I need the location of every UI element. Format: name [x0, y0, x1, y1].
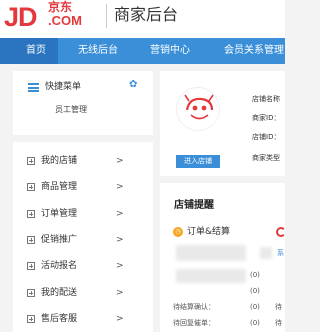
side-count-1: (0)	[250, 271, 260, 279]
gear-icon[interactable]: ✿	[129, 79, 137, 91]
pending-settlement-label[interactable]: 待结算确认：	[173, 303, 215, 312]
expand-icon	[27, 289, 35, 297]
chevron-right-icon: >	[116, 314, 124, 324]
jd-logo-cn: 京东	[48, 0, 73, 14]
sidebar-item-orders[interactable]: 订单管理 >	[13, 208, 153, 222]
sidebar-item-products[interactable]: 商品管理 >	[13, 181, 153, 195]
order-icon: ◷	[173, 227, 183, 237]
merchant-id-label: 商家ID：	[252, 114, 281, 122]
row-fragment: 待	[275, 319, 282, 327]
nav-crm[interactable]: 会员关系管理	[224, 38, 284, 64]
jd-mascot-icon	[179, 90, 219, 130]
sidebar-item-label: 售后客服	[41, 314, 78, 324]
sidebar-item-label: 订单管理	[41, 209, 78, 219]
side-count-2: (0)	[250, 287, 260, 295]
quick-menu-panel: 快捷菜单 ✿ 员工管理	[13, 71, 153, 135]
chevron-right-icon: >	[116, 288, 124, 298]
chevron-right-icon: >	[116, 156, 124, 166]
logo-divider	[106, 4, 107, 28]
sidebar-item-my-shop[interactable]: 我的店铺 >	[13, 155, 153, 169]
merchant-type-label: 商家类型	[252, 154, 280, 162]
sidebar-item-label: 活动报名	[41, 261, 78, 271]
pending-reply-label[interactable]: 待回复催单：	[173, 319, 215, 328]
chevron-right-icon: >	[116, 209, 124, 219]
page-title: 商家后台	[114, 5, 179, 24]
sidebar-item-promotion[interactable]: 促销推广 >	[13, 234, 153, 248]
jd-logo[interactable]: JD	[4, 2, 38, 32]
sidebar-item-delivery[interactable]: 我的配送 >	[13, 287, 153, 301]
pending-reply-count: (0)	[250, 319, 260, 327]
top-header: JD 京东 .COM 商家后台	[0, 0, 285, 38]
expand-icon	[27, 210, 35, 218]
jd-logo-com: .COM	[48, 13, 82, 28]
chevron-right-icon: >	[116, 235, 124, 245]
blue-link-fragment[interactable]: 系	[277, 249, 284, 258]
expand-icon	[27, 262, 35, 270]
chevron-right-icon: >	[116, 182, 124, 192]
nav-wireless[interactable]: 无线后台	[78, 38, 118, 64]
reminders-title: 店铺提醒	[174, 200, 214, 211]
nav-wireless-label: 无线后台	[78, 45, 118, 56]
expand-icon	[27, 157, 35, 165]
list-icon	[28, 83, 39, 92]
sidebar-item-label: 商品管理	[41, 182, 78, 192]
nav-crm-label: 会员关系管理	[224, 45, 284, 56]
quick-menu-title: 快捷菜单	[45, 82, 82, 92]
sidebar-item-label: 我的配送	[41, 288, 78, 298]
nav-marketing-label: 营销中心	[150, 45, 190, 56]
row-fragment: 待	[275, 303, 282, 311]
chevron-right-icon: >	[116, 261, 124, 271]
shop-name-label: 店铺名称	[252, 95, 280, 103]
blurred-content	[176, 269, 246, 283]
sidebar-item-aftersales[interactable]: 售后客服 >	[13, 313, 153, 327]
shop-id-label: 店铺ID：	[252, 133, 281, 141]
main-nav: 首页 无线后台 营销中心 会员关系管理	[0, 38, 285, 64]
pending-settlement-count: (0)	[250, 303, 260, 311]
sidebar-item-events[interactable]: 活动报名 >	[13, 260, 153, 274]
blurred-content	[260, 247, 272, 259]
sidebar-menu: 我的店铺 > 商品管理 > 订单管理 > 促销推广 > 活动报名 > 我的配送 …	[13, 142, 153, 332]
expand-icon	[27, 315, 35, 323]
nav-home-label: 首页	[26, 45, 46, 56]
expand-icon	[27, 236, 35, 244]
nav-marketing[interactable]: 营销中心	[150, 38, 190, 64]
shop-avatar	[176, 87, 220, 131]
sidebar-item-label: 促销推广	[41, 235, 78, 245]
shop-info-panel: 进入店铺 店铺名称 商家ID： 店铺ID： 商家类型	[160, 71, 285, 176]
blurred-content	[176, 245, 246, 261]
refresh-icon	[276, 227, 286, 237]
order-settlement-title[interactable]: 订单&结算	[187, 226, 230, 238]
shop-reminders-panel: 店铺提醒 ◷ 订单&结算 系 (0) (0) 待结算确认： (0) 待 待回复催…	[160, 183, 286, 332]
enter-shop-button[interactable]: 进入店铺	[176, 155, 220, 168]
expand-icon	[27, 183, 35, 191]
quick-menu-staff[interactable]: 员工管理	[55, 104, 87, 115]
sidebar-item-label: 我的店铺	[41, 156, 78, 166]
nav-home[interactable]: 首页	[0, 38, 58, 64]
